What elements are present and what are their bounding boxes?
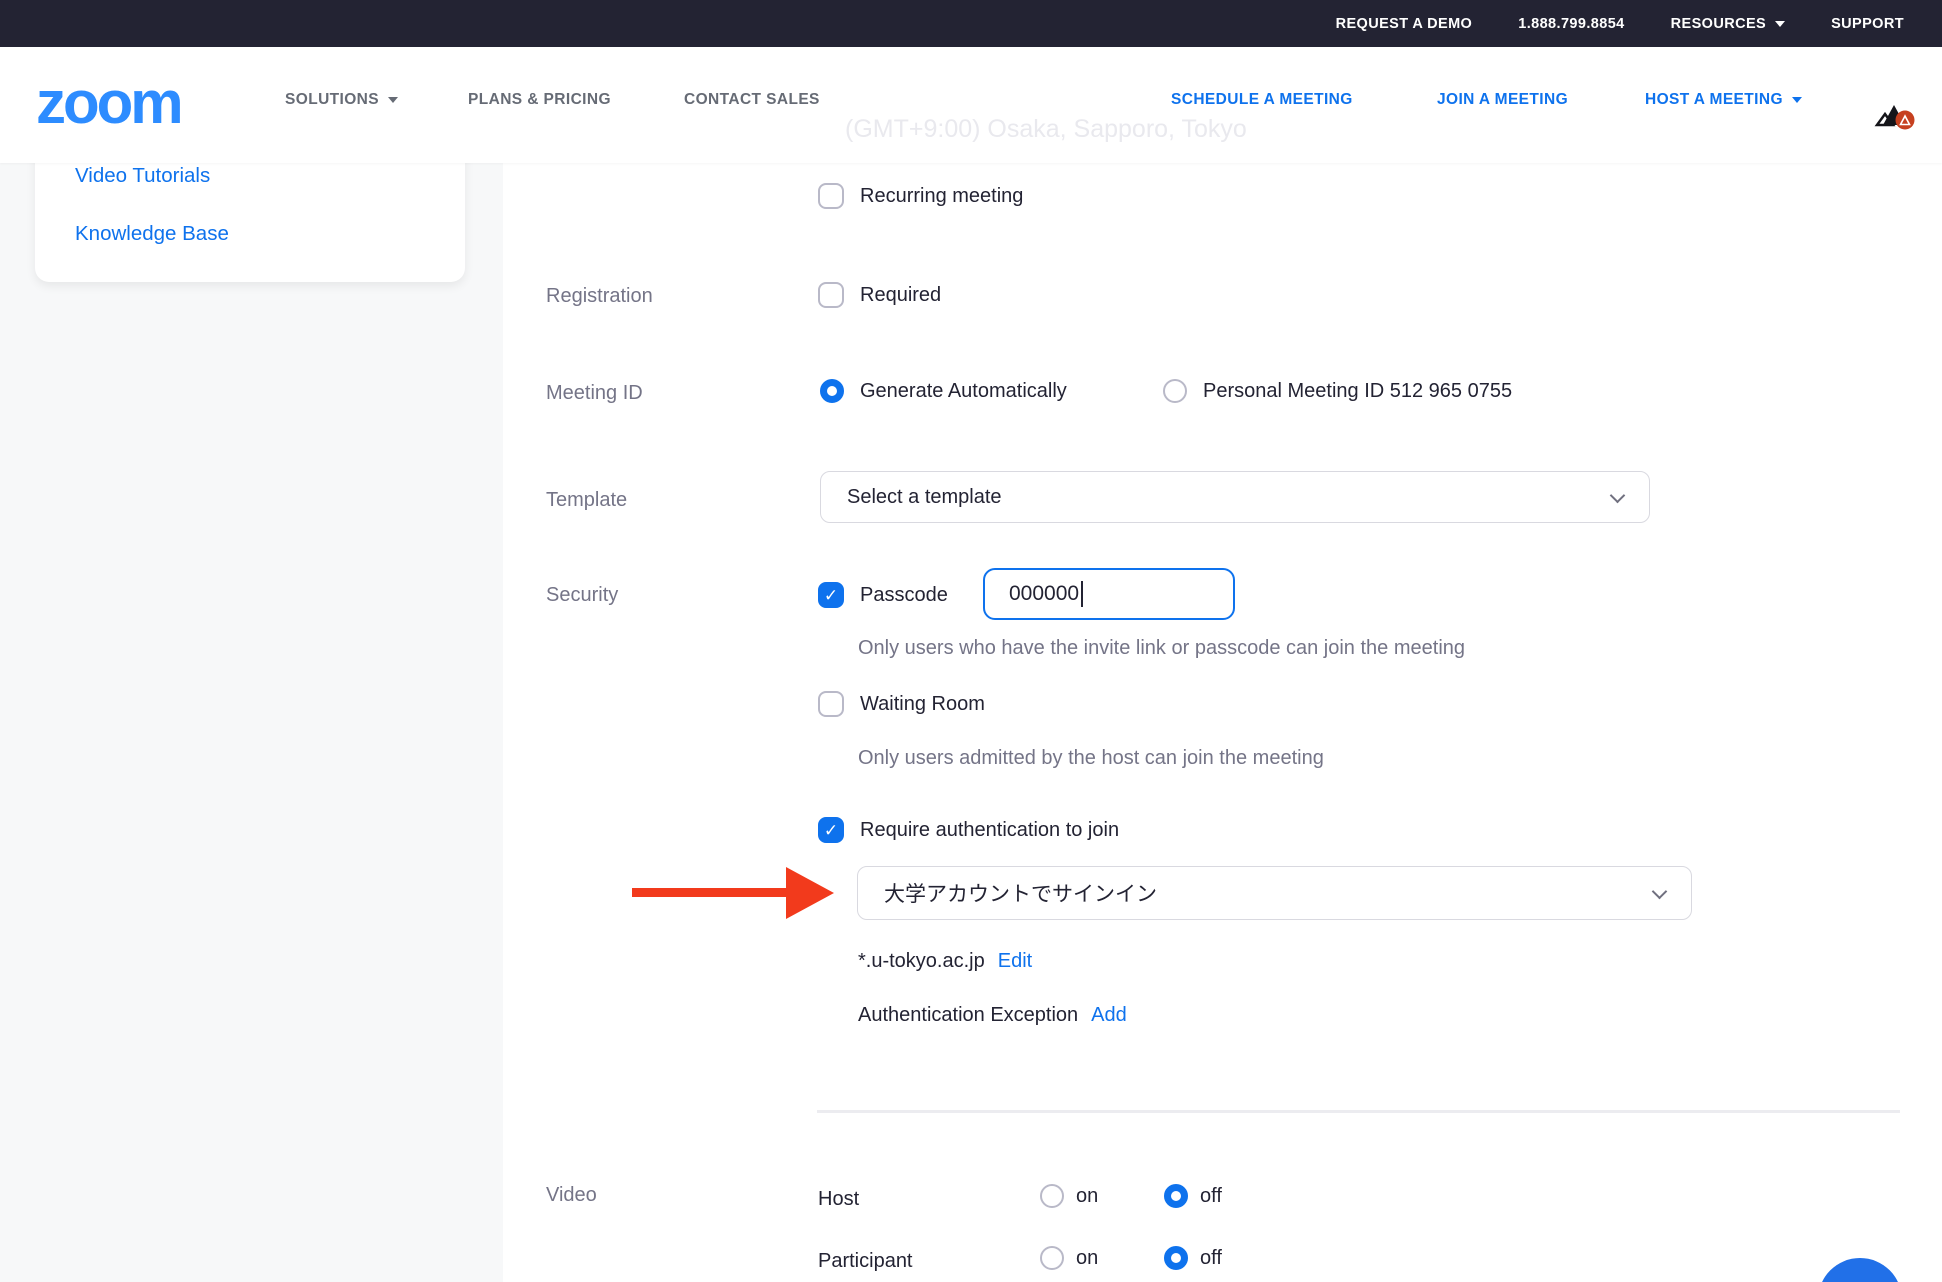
passcode-input[interactable]: 000000 [983, 568, 1235, 620]
phone-number[interactable]: 1.888.799.8854 [1518, 16, 1624, 32]
auth-method-select[interactable]: 大学アカウントでサインイン [857, 866, 1692, 920]
participant-on-label: on [1076, 1247, 1098, 1270]
chevron-down-icon [1610, 487, 1626, 503]
meeting-id-generate-option: Generate Automatically [820, 379, 1067, 403]
resources-label: RESOURCES [1671, 16, 1766, 32]
left-background-column [0, 163, 503, 1282]
nav-contact-sales[interactable]: CONTACT SALES [684, 91, 820, 109]
chevron-down-icon [1652, 883, 1668, 899]
waiting-room-row: Waiting Room [818, 691, 985, 717]
template-select-value: Select a template [847, 486, 1002, 509]
nav-solutions[interactable]: SOLUTIONS [285, 91, 398, 109]
host-on-label: on [1076, 1185, 1098, 1208]
red-arrow-shaft [632, 888, 790, 897]
auth-method-value: 大学アカウントでサインイン [884, 878, 1157, 908]
nav-schedule-meeting[interactable]: SCHEDULE A MEETING [1171, 91, 1353, 109]
passcode-label: Passcode [860, 584, 948, 607]
caret-down-icon [1792, 97, 1802, 103]
auth-exception-label: Authentication Exception [858, 1004, 1078, 1027]
host-off-option: off [1164, 1184, 1222, 1208]
waiting-room-label: Waiting Room [860, 693, 985, 716]
nav-host-label: HOST A MEETING [1645, 91, 1783, 109]
security-label: Security [546, 584, 618, 607]
user-avatar[interactable] [1872, 97, 1916, 131]
registration-label: Registration [546, 285, 653, 308]
text-cursor [1081, 581, 1083, 607]
recurring-meeting-label: Recurring meeting [860, 185, 1023, 208]
auth-domain-text: *.u-tokyo.ac.jp [858, 950, 985, 973]
checkmark-icon: ✓ [824, 822, 838, 839]
main-navbar: (GMT+9:00) Osaka, Sapporo, Tokyo zoom SO… [0, 47, 1942, 163]
nav-plans-label: PLANS & PRICING [468, 91, 611, 109]
generate-automatically-radio[interactable] [820, 379, 844, 403]
zoom-logo[interactable]: zoom [36, 73, 181, 133]
edit-link[interactable]: Edit [998, 950, 1032, 973]
nav-solutions-label: SOLUTIONS [285, 91, 379, 109]
support-link[interactable]: SUPPORT [1831, 16, 1904, 32]
participant-off-radio[interactable] [1164, 1246, 1188, 1270]
registration-required-checkbox[interactable] [818, 282, 844, 308]
require-auth-label: Require authentication to join [860, 819, 1119, 842]
passcode-row: ✓ Passcode [818, 582, 948, 608]
checkmark-icon: ✓ [824, 587, 838, 604]
recurring-meeting-checkbox[interactable] [818, 183, 844, 209]
participant-on-radio[interactable] [1040, 1246, 1064, 1270]
add-link[interactable]: Add [1091, 1004, 1127, 1027]
auth-exception-row: Authentication Exception Add [858, 1004, 1127, 1027]
host-off-radio[interactable] [1164, 1184, 1188, 1208]
ghost-timezone-text: (GMT+9:00) Osaka, Sapporo, Tokyo [845, 115, 1247, 144]
help-chat-bubble[interactable] [1818, 1258, 1902, 1282]
caret-down-icon [1775, 21, 1785, 27]
top-utility-bar: REQUEST A DEMO 1.888.799.8854 RESOURCES … [0, 0, 1942, 47]
auth-domain-row: *.u-tokyo.ac.jp Edit [858, 950, 1032, 973]
template-label: Template [546, 489, 627, 512]
nav-contact-label: CONTACT SALES [684, 91, 820, 109]
sidebar-link-knowledge-base[interactable]: Knowledge Base [75, 222, 229, 246]
require-auth-row: ✓ Require authentication to join [818, 817, 1119, 843]
meeting-id-personal-option: Personal Meeting ID 512 965 0755 [1163, 379, 1512, 403]
passcode-value: 000000 [1009, 582, 1079, 606]
red-arrow-icon [786, 867, 834, 919]
host-off-label: off [1200, 1185, 1222, 1208]
video-participant-label: Participant [818, 1250, 913, 1273]
passcode-helper-text: Only users who have the invite link or p… [858, 637, 1465, 660]
participant-off-option: off [1164, 1246, 1222, 1270]
video-label: Video [546, 1184, 597, 1207]
nav-join-label: JOIN A MEETING [1437, 91, 1568, 109]
participant-on-option: on [1040, 1246, 1098, 1270]
host-on-option: on [1040, 1184, 1098, 1208]
video-host-label: Host [818, 1188, 859, 1211]
host-on-radio[interactable] [1040, 1184, 1064, 1208]
resources-menu[interactable]: RESOURCES [1671, 16, 1785, 32]
nav-plans-pricing[interactable]: PLANS & PRICING [468, 91, 611, 109]
nav-schedule-label: SCHEDULE A MEETING [1171, 91, 1353, 109]
generate-automatically-label: Generate Automatically [860, 380, 1067, 403]
registration-required-label: Required [860, 284, 941, 307]
meeting-id-label: Meeting ID [546, 382, 643, 405]
registration-required-row: Required [818, 282, 941, 308]
sidebar-link-video-tutorials[interactable]: Video Tutorials [75, 164, 210, 188]
nav-join-meeting[interactable]: JOIN A MEETING [1437, 91, 1568, 109]
request-demo-link[interactable]: REQUEST A DEMO [1336, 16, 1473, 32]
caret-down-icon [388, 97, 398, 103]
passcode-checkbox[interactable]: ✓ [818, 582, 844, 608]
nav-host-meeting[interactable]: HOST A MEETING [1645, 91, 1802, 109]
section-divider [817, 1110, 1900, 1113]
template-select[interactable]: Select a template [820, 471, 1650, 523]
personal-meeting-id-label: Personal Meeting ID 512 965 0755 [1203, 380, 1512, 403]
waiting-room-helper-text: Only users admitted by the host can join… [858, 747, 1324, 770]
waiting-room-checkbox[interactable] [818, 691, 844, 717]
participant-off-label: off [1200, 1247, 1222, 1270]
require-auth-checkbox[interactable]: ✓ [818, 817, 844, 843]
personal-meeting-id-radio[interactable] [1163, 379, 1187, 403]
recurring-meeting-row: Recurring meeting [818, 183, 1023, 209]
page: Video Tutorials Knowledge Base Recurring… [0, 0, 1942, 1282]
